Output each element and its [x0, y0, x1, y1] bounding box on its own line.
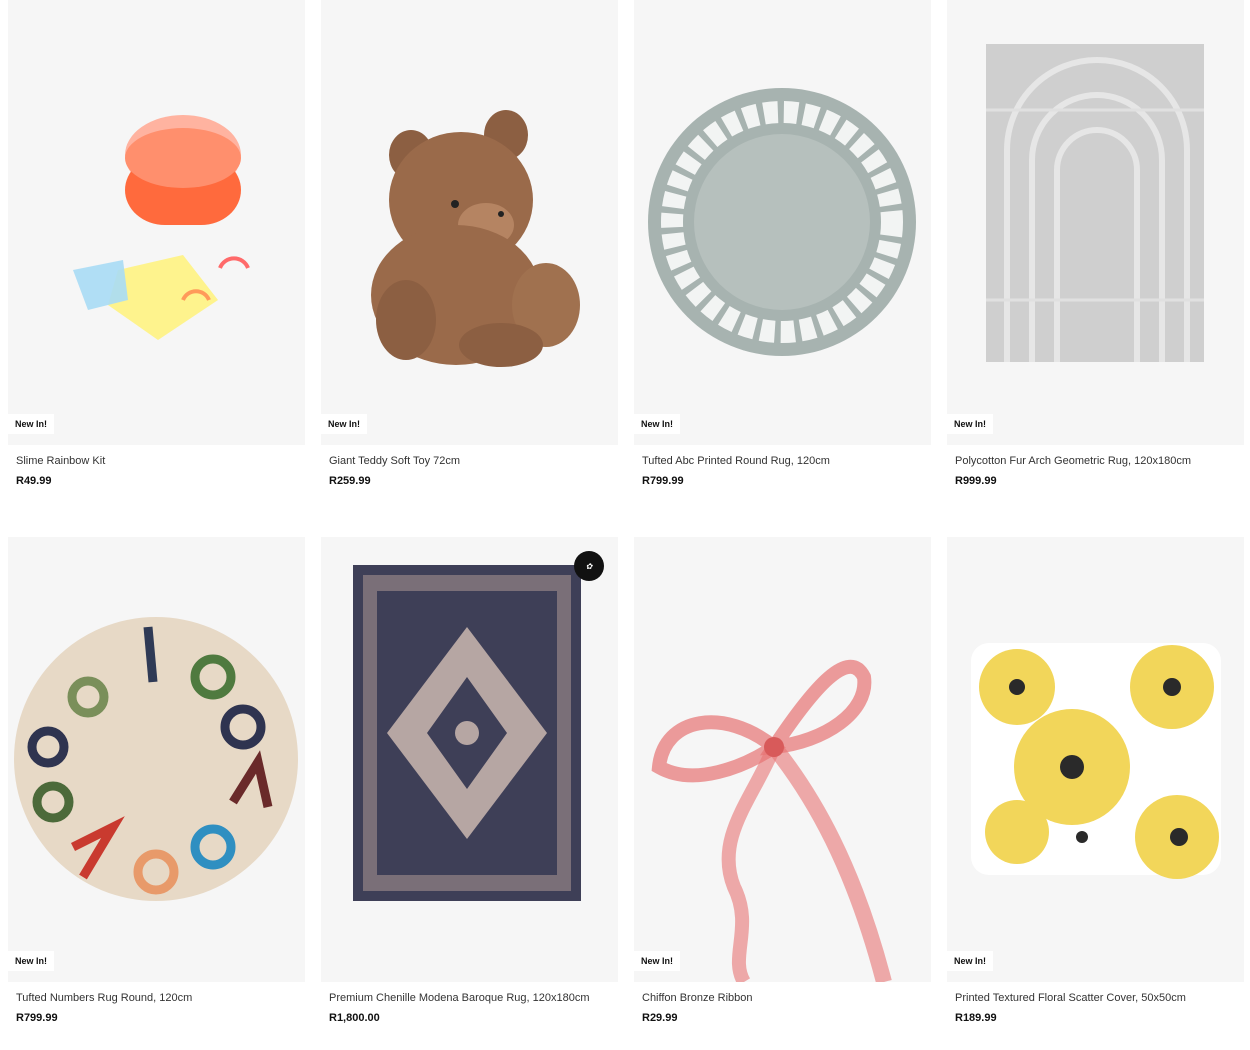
product-price: R49.99	[16, 475, 52, 487]
product-card[interactable]: New In! Polycotton Fur Arch Geometric Ru…	[947, 0, 1244, 513]
product-image[interactable]: New In!	[8, 0, 305, 445]
product-image[interactable]: New In!	[8, 537, 305, 982]
arch-rug-image	[986, 44, 1204, 362]
new-in-badge: New In!	[8, 951, 55, 971]
product-price: R799.99	[16, 1012, 58, 1024]
product-card[interactable]: New In! Printed Textured Floral Scatter …	[947, 537, 1244, 1050]
product-name[interactable]: Tufted Abc Printed Round Rug, 120cm	[642, 455, 923, 467]
product-image[interactable]: New In!	[634, 537, 931, 982]
new-in-badge: New In!	[8, 414, 55, 434]
product-price: R259.99	[329, 475, 371, 487]
floral-cushion-image	[971, 643, 1221, 879]
product-price: R189.99	[955, 1012, 997, 1024]
product-image[interactable]: New In!	[321, 0, 618, 445]
abc-rug-image	[648, 88, 916, 356]
product-card[interactable]: New In! Tufted Numbers Rug Round, 120cm …	[8, 537, 305, 1050]
product-image[interactable]: New In!	[634, 0, 931, 445]
product-image[interactable]: New In!	[947, 0, 1244, 445]
teddy-bear-image	[371, 110, 580, 367]
slime-kit-image	[73, 115, 250, 340]
product-price: R999.99	[955, 475, 997, 487]
product-card[interactable]: New In! Giant Teddy Soft Toy 72cm R259.9…	[321, 0, 618, 513]
new-in-badge: New In!	[634, 951, 681, 971]
ribbon-image	[651, 659, 892, 982]
new-in-badge: New In!	[947, 951, 994, 971]
product-grid: New In! Slime Rainbow Kit R49.99 New In!	[8, 0, 1244, 1050]
wishlist-logo-icon[interactable]: ✿	[574, 551, 604, 581]
product-name[interactable]: Premium Chenille Modena Baroque Rug, 120…	[329, 992, 610, 1004]
new-in-badge: New In!	[321, 414, 368, 434]
baroque-rug-image	[353, 565, 581, 901]
product-name[interactable]: Slime Rainbow Kit	[16, 455, 297, 467]
product-name[interactable]: Polycotton Fur Arch Geometric Rug, 120x1…	[955, 455, 1236, 467]
product-name[interactable]: Giant Teddy Soft Toy 72cm	[329, 455, 610, 467]
new-in-badge: New In!	[947, 414, 994, 434]
product-name[interactable]: Chiffon Bronze Ribbon	[642, 992, 923, 1004]
product-card[interactable]: New In! Tufted Abc Printed Round Rug, 12…	[634, 0, 931, 513]
product-card[interactable]: New In! Chiffon Bronze Ribbon R29.99	[634, 537, 931, 1050]
product-card[interactable]: ✿ Premium Chenille Modena Baroque Rug, 1…	[321, 537, 618, 1050]
product-name[interactable]: Printed Textured Floral Scatter Cover, 5…	[955, 992, 1236, 1004]
product-card[interactable]: New In! Slime Rainbow Kit R49.99	[8, 0, 305, 513]
product-image[interactable]: New In!	[947, 537, 1244, 982]
new-in-badge: New In!	[634, 414, 681, 434]
numbers-rug-image	[14, 617, 298, 901]
product-price: R29.99	[642, 1012, 678, 1024]
product-price: R799.99	[642, 475, 684, 487]
product-name[interactable]: Tufted Numbers Rug Round, 120cm	[16, 992, 297, 1004]
product-image[interactable]: ✿	[321, 537, 618, 982]
product-price: R1,800.00	[329, 1012, 380, 1024]
